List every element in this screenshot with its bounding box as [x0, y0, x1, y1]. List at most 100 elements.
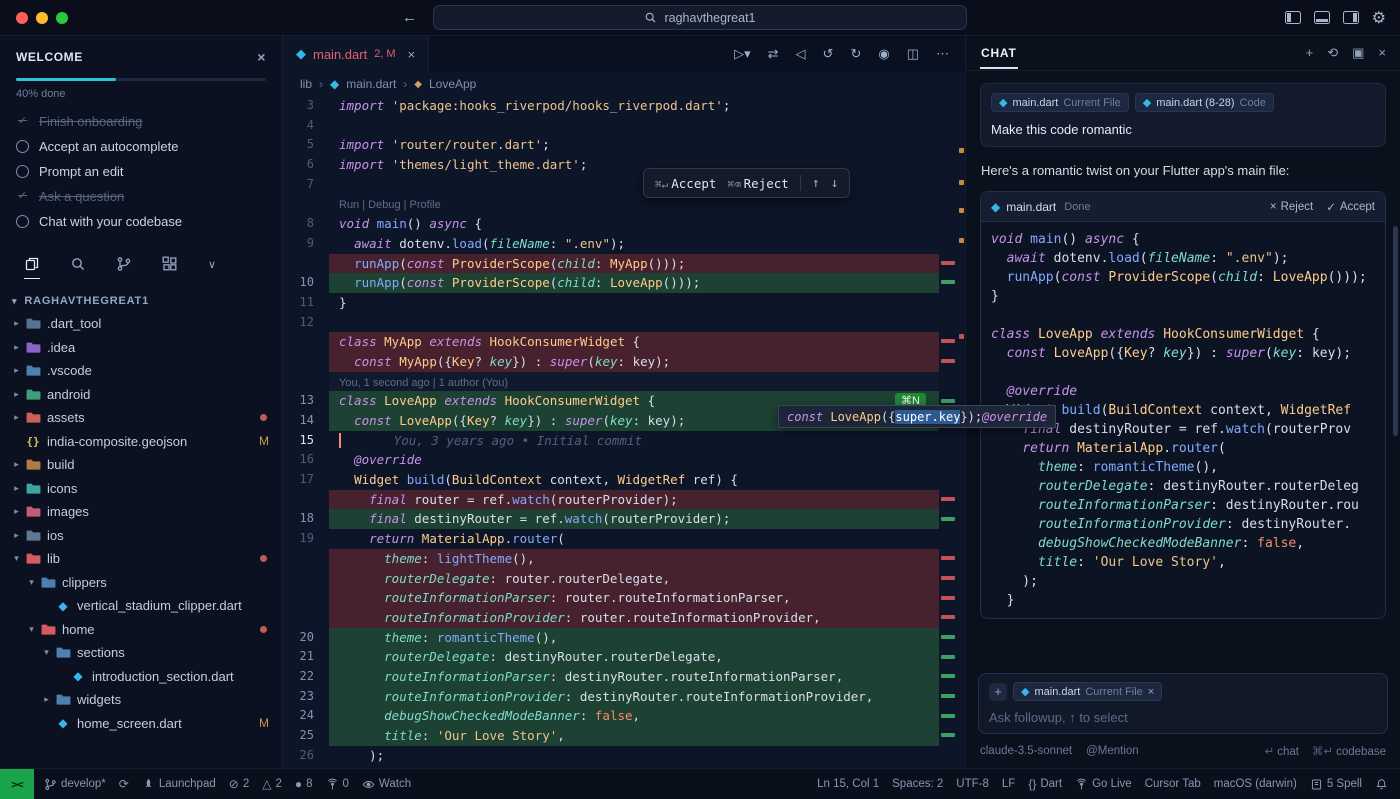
code-line[interactable]: 6import 'themes/light_theme.dart'; — [283, 155, 965, 175]
close-tab-icon[interactable]: × — [408, 47, 416, 62]
code-line[interactable]: You, 1 second ago | 1 author (You) — [283, 372, 965, 392]
close-welcome-icon[interactable]: × — [257, 49, 266, 65]
next-diff-icon[interactable]: ↓ — [831, 176, 839, 191]
code-line[interactable]: 17 Widget build(BuildContext context, Wi… — [283, 470, 965, 490]
welcome-task[interactable]: ✓Ask a question — [16, 184, 266, 209]
warnings-status[interactable]: △2 — [262, 777, 282, 791]
followup-input[interactable]: + ◆ main.dart Current File × Ask followu… — [978, 673, 1388, 734]
tree-item[interactable]: ▸images — [0, 500, 282, 524]
sync-status[interactable]: ⟳ — [119, 777, 129, 791]
tree-item[interactable]: ▸widgets — [0, 688, 282, 712]
remove-chip-icon[interactable]: × — [1148, 686, 1154, 698]
breadcrumb-symbol[interactable]: LoveApp — [429, 77, 476, 91]
code-line[interactable]: 23 routeInformationProvider: destinyRout… — [283, 687, 965, 707]
close-window-button[interactable] — [16, 12, 28, 24]
back-icon[interactable]: ← — [402, 9, 417, 26]
code-line[interactable]: 26 ); — [283, 746, 965, 766]
launchpad-status[interactable]: Launchpad — [142, 778, 216, 791]
submit-chat-button[interactable]: ↵chat — [1265, 744, 1299, 758]
breadcrumb-file[interactable]: main.dart — [346, 77, 396, 91]
code-line[interactable]: 4 — [283, 116, 965, 136]
remote-indicator[interactable]: >< — [0, 769, 34, 799]
code-line[interactable]: final router = ref.watch(routerProvider)… — [283, 490, 965, 510]
toggle-panel-icon[interactable] — [1314, 11, 1330, 24]
tree-item[interactable]: ◆home_screen.dartM — [0, 712, 282, 736]
tree-item[interactable]: {}india-composite.geojsonM — [0, 430, 282, 454]
code-line[interactable]: const MyApp({Key? key}) : super(key: key… — [283, 352, 965, 372]
watch-status[interactable]: Watch — [362, 778, 411, 791]
code-line[interactable]: 16 @override — [283, 450, 965, 470]
code-line[interactable]: 12 — [283, 313, 965, 333]
chevron-down-icon[interactable]: ∨ — [208, 258, 216, 278]
command-center-search[interactable]: raghavthegreat1 — [433, 5, 967, 30]
welcome-task[interactable]: Accept an autocomplete — [16, 134, 266, 159]
bell-status[interactable] — [1375, 778, 1388, 791]
more-actions-icon[interactable]: ⋯ — [936, 46, 949, 62]
tree-item[interactable]: ▸icons — [0, 477, 282, 501]
os-status[interactable]: macOS (darwin) — [1214, 778, 1297, 790]
prev-change-icon[interactable]: ◁ — [796, 46, 806, 62]
history-icon[interactable]: ⟲ — [1327, 45, 1338, 61]
context-chip[interactable]: ◆main.dart (8-28)Code — [1135, 93, 1274, 112]
tree-item[interactable]: ◆vertical_stadium_clipper.dart — [0, 594, 282, 618]
next-change-icon[interactable]: ↻ — [850, 46, 861, 62]
welcome-task[interactable]: Chat with your codebase — [16, 209, 266, 234]
tree-item[interactable]: ▾clippers — [0, 571, 282, 595]
errors-status[interactable]: ⊘2 — [229, 777, 249, 791]
code-line[interactable]: 9 await dotenv.load(fileName: ".env"); — [283, 234, 965, 254]
code-line[interactable]: 10 runApp(const ProviderScope(child: Lov… — [283, 273, 965, 293]
explorer-icon[interactable] — [24, 256, 40, 279]
reject-diff-button[interactable]: ⌘⌫Reject — [727, 176, 788, 191]
welcome-task[interactable]: Prompt an edit — [16, 159, 266, 184]
context-chip[interactable]: ◆ main.dart Current File × — [1013, 682, 1162, 701]
code-line[interactable]: routeInformationProvider: router.routeIn… — [283, 608, 965, 628]
code-line[interactable]: Run | Debug | Profile — [283, 194, 965, 214]
extensions-icon[interactable] — [162, 256, 178, 279]
go-live-status[interactable]: Go Live — [1075, 778, 1132, 791]
code-line[interactable]: 24 debugShowCheckedModeBanner: false, — [283, 706, 965, 726]
language-status[interactable]: {}Dart — [1028, 777, 1062, 791]
tree-item[interactable]: ▸assets — [0, 406, 282, 430]
code-line[interactable]: 22 routeInformationParser: destinyRouter… — [283, 667, 965, 687]
code-line[interactable]: runApp(const ProviderScope(child: MyApp(… — [283, 254, 965, 274]
add-context-button[interactable]: + — [989, 683, 1007, 701]
gear-icon[interactable]: ⚙ — [1372, 8, 1386, 28]
cursor-tab-status[interactable]: Cursor Tab — [1145, 778, 1201, 790]
tree-item[interactable]: ▸build — [0, 453, 282, 477]
git-branch-status[interactable]: develop* — [44, 778, 106, 791]
tab-main-dart[interactable]: ◆ main.dart 2, M × — [283, 36, 429, 72]
minimap[interactable] — [941, 96, 957, 768]
toggle-sidebar-icon[interactable] — [1285, 11, 1301, 24]
accept-diff-button[interactable]: ⌘↵Accept — [655, 176, 716, 191]
explorer-header[interactable]: ▾ RAGHAVTHEGREAT1 — [0, 285, 282, 312]
cursor-position-status[interactable]: Ln 15, Col 1 — [817, 778, 879, 790]
code-line[interactable]: 11} — [283, 293, 965, 313]
tab-chat[interactable]: CHAT — [980, 38, 1018, 69]
accept-code-button[interactable]: ✓Accept — [1326, 200, 1375, 214]
screenshot-icon[interactable]: ▣ — [1352, 45, 1364, 61]
submit-codebase-button[interactable]: ⌘↵codebase — [1312, 744, 1386, 758]
code-line[interactable]: theme: lightTheme(), — [283, 549, 965, 569]
chat-scrollbar[interactable] — [1393, 226, 1398, 436]
breadcrumb-folder[interactable]: lib — [300, 77, 312, 91]
code-line[interactable]: 25 title: 'Our Love Story', — [283, 726, 965, 746]
code-line[interactable]: 15 You, 3 years ago • Initial commit — [283, 431, 965, 451]
discard-changes-icon[interactable]: ↺ — [823, 46, 834, 62]
search-nav-icon[interactable] — [70, 256, 86, 279]
code-line[interactable]: class MyApp extends HookConsumerWidget { — [283, 332, 965, 352]
code-line[interactable]: 21 routerDelegate: destinyRouter.routerD… — [283, 647, 965, 667]
source-control-icon[interactable] — [116, 256, 132, 279]
code-line[interactable]: 7 — [283, 175, 965, 195]
welcome-task[interactable]: ✓Finish onboarding — [16, 109, 266, 134]
context-chip[interactable]: ◆main.dartCurrent File — [991, 93, 1129, 112]
toggle-secondary-sidebar-icon[interactable] — [1343, 11, 1359, 24]
run-file-icon[interactable]: ◉ — [878, 46, 889, 62]
prev-diff-icon[interactable]: ↑ — [812, 176, 820, 191]
tree-item[interactable]: ▾sections — [0, 641, 282, 665]
code-area[interactable]: 3import 'package:hooks_riverpod/hooks_ri… — [283, 96, 965, 768]
code-line[interactable]: 20 theme: romanticTheme(), — [283, 628, 965, 648]
minimize-window-button[interactable] — [36, 12, 48, 24]
code-line[interactable]: routerDelegate: router.routerDelegate, — [283, 569, 965, 589]
model-selector[interactable]: claude-3.5-sonnet — [980, 745, 1072, 757]
tree-item[interactable]: ▸.idea — [0, 336, 282, 360]
